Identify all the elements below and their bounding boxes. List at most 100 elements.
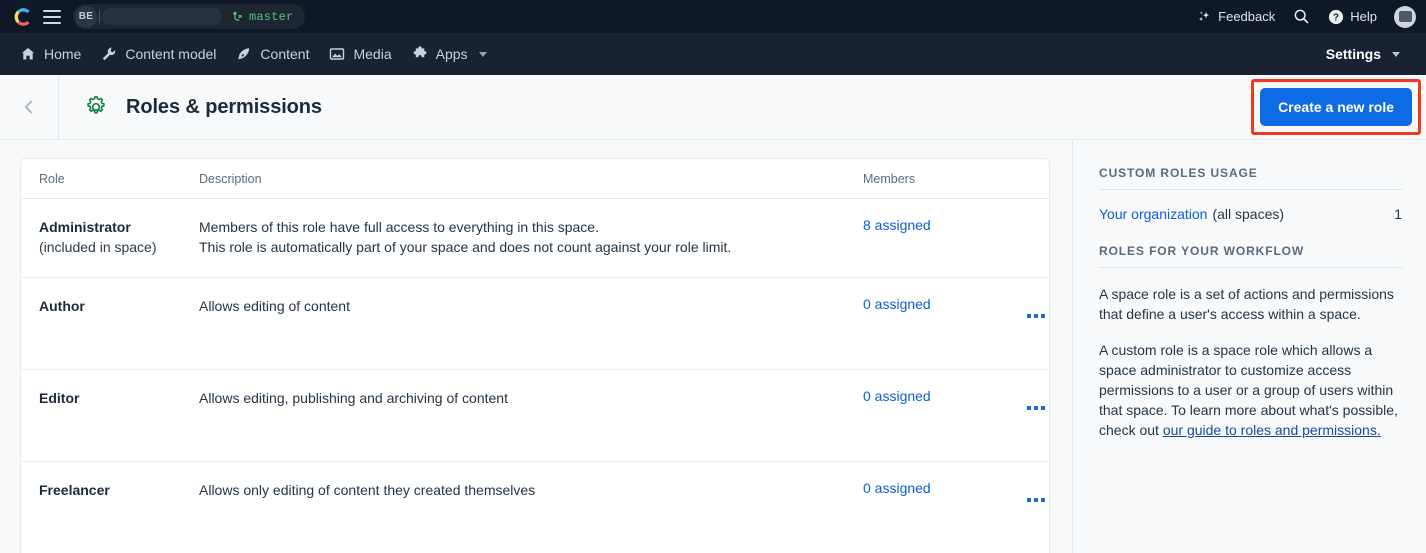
image-icon [330,48,345,60]
chevron-down-icon [1392,51,1400,57]
custom-roles-usage-heading: CUSTOM ROLES USAGE [1099,166,1402,190]
role-name: Freelancer [39,482,110,498]
role-subtitle: (included in space) [39,239,157,255]
roles-table-card: Role Description Members Administrator (… [20,158,1050,553]
help-button[interactable]: ? Help [1321,5,1384,29]
environment-label: master [249,9,294,24]
members-assigned-link[interactable]: 0 assigned [863,388,931,404]
question-mark-icon: ? [1329,9,1344,24]
header-actions: Create a new role [1251,79,1421,135]
cell-members: 8 assigned [863,198,1003,278]
page-header: Roles & permissions Create a new role [0,74,1426,140]
search-button[interactable] [1286,4,1317,29]
cell-actions [1003,369,1049,462]
cell-role: Freelancer [21,461,199,553]
your-organization-link[interactable]: Your organization [1099,206,1207,222]
members-assigned-link[interactable]: 0 assigned [863,480,931,496]
members-assigned-link[interactable]: 0 assigned [863,296,931,312]
space-name-field[interactable] [99,8,222,25]
page-title: Roles & permissions [126,95,322,118]
sidebar-paragraph-2: A custom role is a space role which allo… [1099,340,1402,440]
nav-item-media[interactable]: Media [319,40,401,68]
column-header-description: Description [199,159,863,199]
header-divider [58,74,59,140]
nav-item-content[interactable]: Content [226,40,319,68]
main-column: Role Description Members Administrator (… [0,140,1072,553]
cell-role: Author [21,277,199,370]
cell-members: 0 assigned [863,369,1003,462]
table-header: Role Description Members [21,159,1049,199]
nav-item-home[interactable]: Home [10,40,91,68]
role-name: Administrator [39,219,131,235]
cell-role: Administrator (included in space) [21,198,199,278]
hamburger-menu-icon[interactable] [43,9,61,24]
cell-actions [1003,198,1049,278]
puzzle-piece-icon [413,46,427,58]
svg-text:?: ? [1333,12,1339,23]
all-spaces-label: (all spaces) [1212,206,1285,222]
role-description: Allows editing of content [199,298,350,314]
row-actions-menu-icon[interactable] [1027,498,1045,502]
contentful-logo-icon[interactable] [12,6,34,28]
top-bar-actions: Feedback ? Help [1190,4,1416,29]
role-description: Members of this role have full access to… [199,219,599,235]
nav-item-apps[interactable]: Apps [402,40,497,68]
role-description: Allows editing, publishing and archiving… [199,390,508,406]
row-actions-menu-icon[interactable] [1027,406,1045,410]
nav-label-content-model: Content model [125,46,217,62]
main-navigation: Home Content model Content Media Apps Se… [0,33,1426,75]
table-row: Author Allows editing of content 0 assig… [21,277,1049,370]
page-icon [83,94,109,120]
gear-icon [87,96,105,114]
table-row: Administrator (included in space) Member… [21,198,1049,278]
cell-actions [1003,277,1049,370]
environment-selector[interactable]: master [228,4,303,29]
role-description-line2: This role is automatically part of your … [199,239,732,255]
roles-for-workflow-heading: ROLES FOR YOUR WORKFLOW [1099,244,1402,268]
cell-description: Allows only editing of content they crea… [199,461,863,553]
cell-description: Allows editing, publishing and archiving… [199,369,863,462]
role-description: Allows only editing of content they crea… [199,482,536,498]
roles-table: Role Description Members Administrator (… [21,159,1049,553]
home-icon [21,48,35,60]
sparkle-icon [1199,11,1210,21]
sidebar: CUSTOM ROLES USAGE Your organization (al… [1072,140,1426,553]
user-avatar[interactable] [1394,5,1416,28]
table-row: Freelancer Allows only editing of conten… [21,461,1049,553]
space-avatar: BE [75,5,97,28]
table-header-row: Role Description Members [21,159,1049,199]
cell-description: Members of this role have full access to… [199,198,863,278]
organization-usage-row: Your organization (all spaces) 1 [1099,206,1402,222]
usage-count: 1 [1394,206,1402,222]
feedback-label: Feedback [1218,9,1276,24]
page-body: Role Description Members Administrator (… [0,140,1426,553]
column-header-role: Role [21,159,199,199]
table-body: Administrator (included in space) Member… [21,198,1049,553]
top-bar: BE master Feedback ? Help [0,0,1426,33]
pen-nib-icon [238,48,250,60]
members-assigned-link[interactable]: 8 assigned [863,217,931,233]
branch-icon [233,11,242,21]
nav-right-group: Settings [1316,40,1410,68]
nav-item-content-model[interactable]: Content model [91,40,226,68]
cell-description: Allows editing of content [199,277,863,370]
column-header-actions [1003,159,1049,199]
row-actions-menu-icon[interactable] [1027,314,1045,318]
nav-label-media: Media [353,46,392,62]
cell-role: Editor [21,369,199,462]
search-icon [1294,9,1309,24]
feedback-button[interactable]: Feedback [1190,5,1282,28]
nav-label-apps: Apps [435,46,468,62]
back-button[interactable] [0,75,58,140]
nav-label-content: Content [260,46,310,62]
space-selector[interactable]: BE master [73,4,306,29]
create-a-new-role-button[interactable]: Create a new role [1260,88,1412,126]
role-name: Author [39,298,85,314]
table-row: Editor Allows editing, publishing and ar… [21,369,1049,462]
chevron-down-icon [478,51,487,57]
nav-item-settings[interactable]: Settings [1316,40,1410,68]
nav-label-home: Home [44,46,82,62]
column-header-members: Members [863,159,1003,199]
sidebar-paragraph-1: A space role is a set of actions and per… [1099,286,1394,322]
roles-guide-link[interactable]: our guide to roles and permissions. [1163,422,1381,438]
